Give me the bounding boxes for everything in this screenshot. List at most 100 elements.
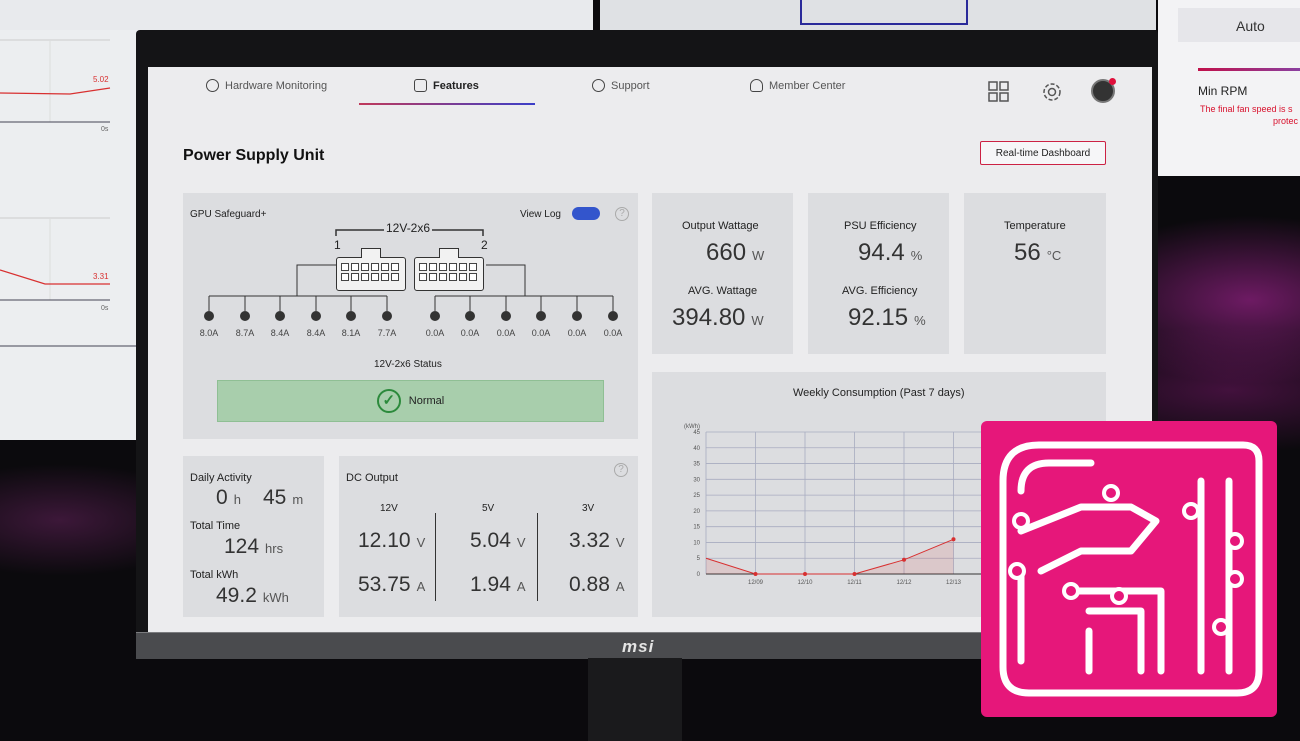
y-tick-label: 10 [693, 540, 700, 546]
total-kwh-label: Total kWh [190, 569, 239, 581]
help-icon[interactable]: ? [614, 463, 628, 477]
bg-value-1: 5.02 [93, 75, 109, 84]
rail-3v-amp: 0.88 [569, 573, 610, 596]
status-title: 12V-2x6 Status [374, 359, 442, 370]
pin-1-1 [204, 311, 214, 321]
features-icon [414, 79, 427, 92]
avg-wattage-value: 394.80 [672, 304, 746, 331]
pin-2-6 [608, 311, 618, 321]
volt-unit: V [416, 535, 426, 550]
avg-wattage-unit: W [751, 313, 764, 328]
pin-2-2 [465, 311, 475, 321]
y-tick-label: 20 [693, 509, 700, 515]
volt-unit: V [615, 535, 625, 550]
pin-1-3 [275, 311, 285, 321]
realtime-dashboard-button[interactable]: Real-time Dashboard [980, 141, 1106, 165]
current-2-1: 0.0A [425, 328, 445, 338]
connector-1-label: 1 [334, 238, 341, 252]
daily-activity-card: Daily Activity 0h 45 m Total Time 124 hrs … [183, 456, 324, 617]
grid-icon[interactable] [988, 81, 1010, 109]
data-point [951, 537, 956, 542]
total-time-unit: hrs [265, 541, 284, 556]
x-tick-label: 12/09 [748, 580, 764, 586]
active-tab-indicator [359, 103, 535, 105]
x-tick-label: 12/11 [847, 580, 862, 586]
psu-efficiency-unit: % [910, 248, 923, 263]
pin-2-1 [430, 311, 440, 321]
background-window-top [0, 0, 593, 30]
bg-min-rpm: Min RPM [1198, 84, 1248, 98]
avg-wattage-label: AVG. Wattage [688, 285, 758, 297]
gi-logo-icon [981, 421, 1277, 717]
current-2-2: 0.0A [460, 328, 480, 338]
data-point [902, 557, 906, 562]
y-tick-label: 35 [693, 462, 700, 468]
connector-1 [336, 248, 406, 291]
avatar[interactable] [1091, 78, 1116, 103]
rail-5v-volt: 5.04 [470, 529, 511, 552]
pin-2-3 [501, 311, 511, 321]
bg-auto-label: Auto [1236, 18, 1265, 34]
data-point [852, 572, 857, 576]
series-area [706, 539, 954, 574]
tab-label: Support [611, 79, 650, 92]
bg-axis-2: 0s [101, 305, 109, 312]
data-point [803, 572, 807, 576]
tab-features[interactable]: Features [414, 79, 479, 92]
tab-label: Member Center [769, 79, 846, 92]
temperature-value: 56 [1014, 239, 1041, 266]
temperature-label: Temperature [1004, 220, 1066, 232]
gauge-icon [206, 79, 219, 92]
current-2-3: 0.0A [496, 328, 516, 338]
tab-label: Hardware Monitoring [225, 79, 328, 92]
dc-output-title: DC Output [346, 472, 398, 484]
y-axis-unit: (kWh) [684, 424, 700, 430]
y-tick-label: 0 [697, 572, 701, 578]
status-bar: ✓ Normal [217, 380, 604, 422]
y-tick-label: 40 [693, 446, 700, 452]
bg-axis-1: 0s [101, 126, 109, 133]
tab-label: Features [433, 79, 479, 92]
volt-unit: V [516, 535, 526, 550]
background-window-top-right [600, 0, 1156, 30]
activity-hours: 0 [216, 486, 228, 509]
total-kwh-unit: kWh [262, 590, 289, 605]
x-tick-label: 12/13 [946, 580, 962, 586]
data-point [753, 572, 758, 576]
rail-12v-name: 12V [380, 503, 398, 514]
msi-logo: msi [622, 637, 655, 656]
current-1-3: 8.4A [270, 328, 290, 338]
gear-icon[interactable] [1041, 81, 1063, 109]
output-wattage-value: 660 [706, 239, 747, 266]
output-wattage-label: Output Wattage [682, 220, 759, 232]
amp-unit: A [416, 579, 426, 594]
y-tick-label: 30 [693, 477, 700, 483]
status-value: Normal [408, 395, 445, 407]
y-tick-label: 5 [697, 556, 701, 562]
psu-efficiency-value: 94.4 [858, 239, 905, 266]
pin-1-5 [346, 311, 356, 321]
total-time-label: Total Time [190, 520, 241, 532]
pin-2-5 [572, 311, 582, 321]
current-1-4: 8.4A [306, 328, 326, 338]
activity-minutes: 45 [263, 486, 287, 509]
avg-efficiency-label: AVG. Efficiency [842, 285, 918, 297]
current-1-5: 8.1A [341, 328, 361, 338]
activity-minutes-unit: m [292, 492, 304, 507]
y-tick-label: 45 [693, 430, 700, 436]
tab-hardware-monitoring[interactable]: Hardware Monitoring [206, 79, 327, 92]
connector-2-label: 2 [481, 238, 488, 252]
rail-3v-volt: 3.32 [569, 529, 610, 552]
amp-unit: A [615, 579, 625, 594]
rail-12v-volt: 12.10 [358, 529, 411, 552]
tab-support[interactable]: Support [592, 79, 650, 92]
pin-1-6 [382, 311, 392, 321]
monitor-stand [588, 658, 682, 741]
activity-hours-unit: h [233, 492, 241, 507]
tab-member-center[interactable]: Member Center [750, 79, 845, 92]
background-window-right: Auto Min RPM The final fan speed is s pr… [1158, 0, 1300, 176]
psu-efficiency-label: PSU Efficiency [844, 220, 917, 232]
current-2-5: 0.0A [567, 328, 587, 338]
x-tick-label: 12/12 [896, 580, 912, 586]
pin-2-4 [536, 311, 546, 321]
